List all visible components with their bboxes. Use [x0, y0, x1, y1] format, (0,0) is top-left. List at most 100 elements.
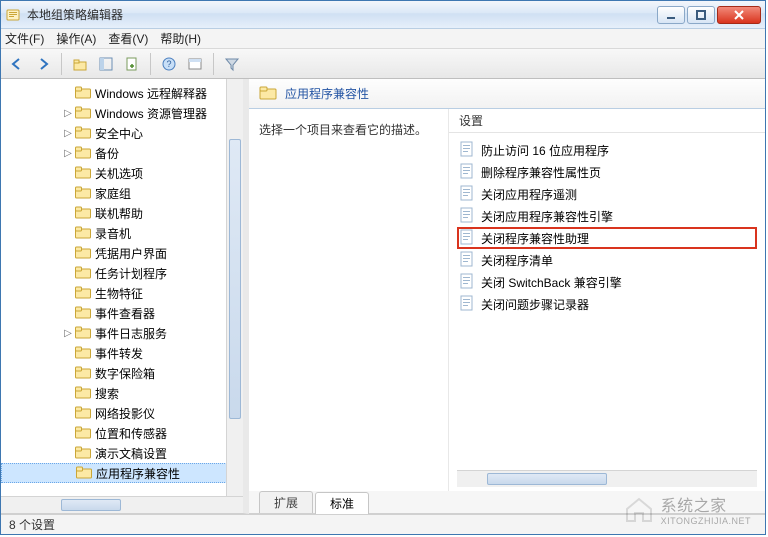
- main-split: ▷Windows 远程解释器▷Windows 资源管理器▷安全中心▷备份▷关机选…: [1, 79, 765, 514]
- expand-icon[interactable]: ▷: [61, 128, 75, 139]
- tree-item-label: 家庭组: [95, 185, 131, 202]
- setting-item-label: 删除程序兼容性属性页: [481, 164, 601, 181]
- policy-icon: [459, 163, 475, 182]
- tree-item-label: 生物特征: [95, 285, 143, 302]
- tree-item-label: Windows 资源管理器: [95, 105, 207, 122]
- folder-icon: [75, 245, 95, 262]
- toolbar-separator: [61, 53, 62, 75]
- tree-item[interactable]: ▷位置和传感器: [1, 423, 241, 443]
- tree-item[interactable]: ▷联机帮助: [1, 203, 241, 223]
- export-button[interactable]: [120, 52, 144, 76]
- expand-icon[interactable]: ▷: [61, 328, 75, 339]
- tree-item-label: 安全中心: [95, 125, 143, 142]
- folder-icon: [75, 185, 95, 202]
- setting-item[interactable]: 防止访问 16 位应用程序: [457, 139, 757, 161]
- tree-item[interactable]: ▷任务计划程序: [1, 263, 241, 283]
- tree-item[interactable]: ▷家庭组: [1, 183, 241, 203]
- tree-item[interactable]: ▷网络投影仪: [1, 403, 241, 423]
- tree-pane: ▷Windows 远程解释器▷Windows 资源管理器▷安全中心▷备份▷关机选…: [1, 79, 249, 514]
- scrollbar-thumb[interactable]: [61, 499, 121, 511]
- folder-icon: [76, 465, 96, 482]
- help-button[interactable]: ?: [157, 52, 181, 76]
- settings-horizontal-scrollbar[interactable]: [457, 470, 757, 487]
- folder-icon: [75, 305, 95, 322]
- tree-item-label: 录音机: [95, 225, 131, 242]
- folder-icon: [75, 125, 95, 142]
- filter-button[interactable]: [220, 52, 244, 76]
- minimize-button[interactable]: [657, 6, 685, 24]
- tree-item[interactable]: ▷备份: [1, 143, 241, 163]
- tree-item-label: 应用程序兼容性: [96, 465, 180, 482]
- tree-item-label: 关机选项: [95, 165, 143, 182]
- expand-icon[interactable]: ▷: [61, 148, 75, 159]
- tree-item[interactable]: ▷事件查看器: [1, 303, 241, 323]
- svg-text:?: ?: [166, 59, 171, 69]
- description-column: 选择一个项目来查看它的描述。: [249, 109, 449, 491]
- tree-item[interactable]: ▷演示文稿设置: [1, 443, 241, 463]
- tree-item[interactable]: ▷凭据用户界面: [1, 243, 241, 263]
- maximize-button[interactable]: [687, 6, 715, 24]
- tree-item[interactable]: ▷ 安全中心: [1, 123, 241, 143]
- setting-item[interactable]: 关闭程序兼容性助理: [457, 227, 757, 249]
- setting-item[interactable]: 关闭 SwitchBack 兼容引擎: [457, 271, 757, 293]
- folder-icon: [75, 405, 95, 422]
- expand-icon[interactable]: ▷: [61, 108, 75, 119]
- tree-item-label: 凭据用户界面: [95, 245, 167, 262]
- tree-item[interactable]: ▷事件日志服务: [1, 323, 241, 343]
- tree-item[interactable]: ▷ Windows 资源管理器: [1, 103, 241, 123]
- tree-item-label: 联机帮助: [95, 205, 143, 222]
- tab-standard[interactable]: 标准: [315, 492, 369, 514]
- settings-column-header[interactable]: 设置: [449, 109, 765, 133]
- menubar: 文件(F) 操作(A) 查看(V) 帮助(H): [1, 29, 765, 49]
- setting-item-label: 关闭 SwitchBack 兼容引擎: [481, 274, 622, 291]
- menu-file[interactable]: 文件(F): [5, 30, 44, 47]
- tree-item[interactable]: ▷应用程序兼容性: [1, 463, 241, 483]
- details-pane: 应用程序兼容性 选择一个项目来查看它的描述。 设置 防止访问 16 位应用程序删…: [249, 79, 765, 514]
- policy-icon: [459, 185, 475, 204]
- setting-item-label: 关闭问题步骤记录器: [481, 296, 589, 313]
- policy-icon: [459, 229, 475, 248]
- status-count: 8 个设置: [9, 516, 55, 533]
- back-button[interactable]: [5, 52, 29, 76]
- scrollbar-thumb[interactable]: [229, 139, 241, 419]
- settings-list: 防止访问 16 位应用程序删除程序兼容性属性页关闭应用程序遥测关闭应用程序兼容性…: [449, 133, 765, 470]
- menu-view[interactable]: 查看(V): [108, 30, 148, 47]
- settings-column: 设置 防止访问 16 位应用程序删除程序兼容性属性页关闭应用程序遥测关闭应用程序…: [449, 109, 765, 491]
- policy-icon: [459, 295, 475, 314]
- menu-action[interactable]: 操作(A): [56, 30, 96, 47]
- statusbar: 8 个设置: [1, 514, 765, 534]
- folder-icon: [75, 365, 95, 382]
- tabs: 扩展 标准: [249, 491, 765, 513]
- scrollbar-thumb[interactable]: [487, 473, 607, 485]
- tree-item-label: 演示文稿设置: [95, 445, 167, 462]
- folder-icon: [75, 425, 95, 442]
- up-button[interactable]: [68, 52, 92, 76]
- close-button[interactable]: [717, 6, 761, 24]
- tab-extended[interactable]: 扩展: [259, 491, 313, 513]
- setting-item[interactable]: 关闭程序清单: [457, 249, 757, 271]
- setting-item[interactable]: 删除程序兼容性属性页: [457, 161, 757, 183]
- tree-item[interactable]: ▷事件转发: [1, 343, 241, 363]
- folder-icon: [75, 265, 95, 282]
- setting-item[interactable]: 关闭问题步骤记录器: [457, 293, 757, 315]
- policy-icon: [459, 207, 475, 226]
- details-body: 选择一个项目来查看它的描述。 设置 防止访问 16 位应用程序删除程序兼容性属性…: [249, 109, 765, 491]
- setting-item[interactable]: 关闭应用程序兼容性引擎: [457, 205, 757, 227]
- folder-icon: [75, 225, 95, 242]
- tree-item[interactable]: ▷生物特征: [1, 283, 241, 303]
- tree-horizontal-scrollbar[interactable]: [1, 496, 243, 513]
- tree-item-label: 任务计划程序: [95, 265, 167, 282]
- tree-item[interactable]: ▷关机选项: [1, 163, 241, 183]
- show-hide-tree-button[interactable]: [94, 52, 118, 76]
- properties-button[interactable]: [183, 52, 207, 76]
- forward-button[interactable]: [31, 52, 55, 76]
- tree-item[interactable]: ▷数字保险箱: [1, 363, 241, 383]
- menu-help[interactable]: 帮助(H): [160, 30, 201, 47]
- tree-item[interactable]: ▷Windows 远程解释器: [1, 83, 241, 103]
- tree-vertical-scrollbar[interactable]: [226, 79, 243, 496]
- folder-icon: [75, 145, 95, 162]
- tree-item[interactable]: ▷搜索: [1, 383, 241, 403]
- tree-item[interactable]: ▷录音机: [1, 223, 241, 243]
- folder-icon: [75, 345, 95, 362]
- setting-item[interactable]: 关闭应用程序遥测: [457, 183, 757, 205]
